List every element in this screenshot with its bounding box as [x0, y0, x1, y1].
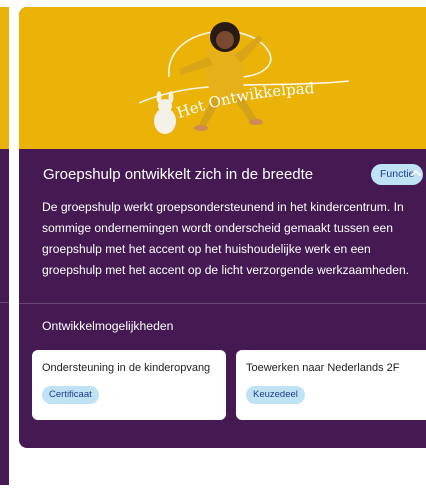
- card-header[interactable]: Groepshulp ontwikkelt zich in de breedte…: [43, 164, 426, 188]
- development-item-title: Ondersteuning in de kinderopvang: [42, 362, 211, 374]
- hero-image: Het Ontwikkelpad: [19, 7, 426, 149]
- card-description: De groepshulp werkt groepsondersteunend …: [42, 200, 410, 277]
- chevron-up-icon[interactable]: [409, 166, 423, 180]
- page: Het Ontwikkelpad Groepshulp ontwikkelt z…: [0, 0, 426, 502]
- certificaat-badge: Certificaat: [42, 386, 99, 404]
- previous-card-edge[interactable]: [0, 7, 9, 485]
- development-item[interactable]: Toewerken naar Nederlands 2F Keuzedeel: [236, 350, 426, 420]
- card-title: Groepshulp ontwikkelt zich in de breedte: [43, 166, 314, 183]
- divider: [19, 303, 426, 304]
- plush-toy: [154, 91, 176, 134]
- career-card: Het Ontwikkelpad Groepshulp ontwikkelt z…: [19, 7, 426, 448]
- development-item-title: Toewerken naar Nederlands 2F: [246, 362, 400, 374]
- keuzedeel-badge: Keuzedeel: [246, 386, 305, 404]
- development-heading: Ontwikkelmogelijkheden: [42, 319, 174, 333]
- development-item[interactable]: Ondersteuning in de kinderopvang Certifi…: [32, 350, 226, 420]
- hero-illustration: Het Ontwikkelpad: [138, 22, 350, 134]
